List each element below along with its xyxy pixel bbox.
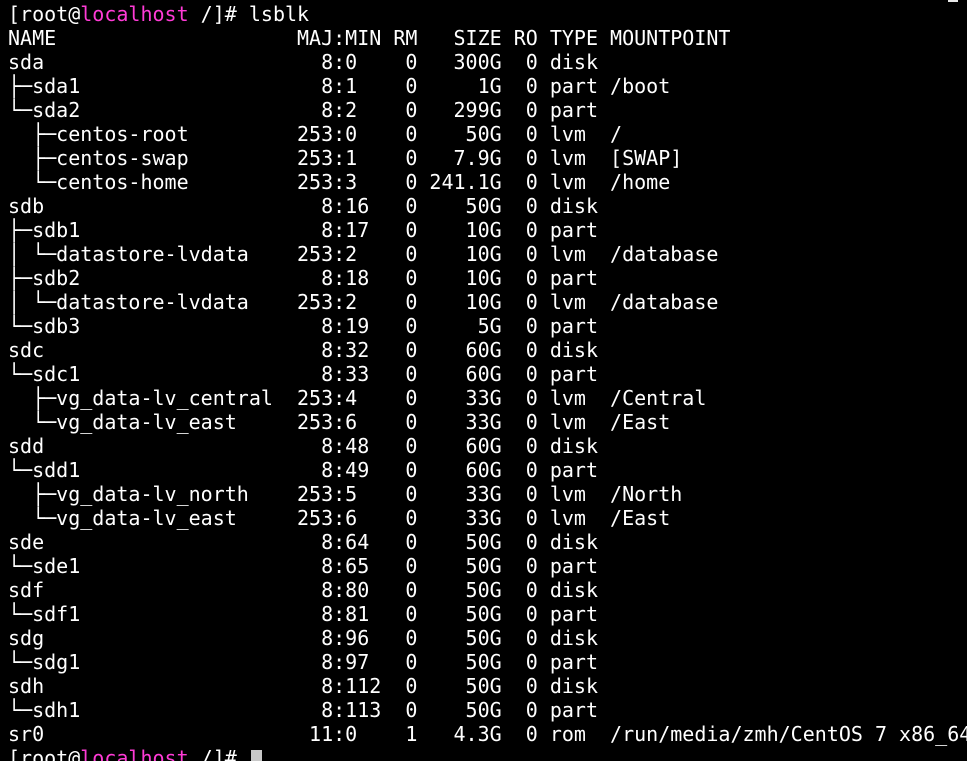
output-line: └─sdf1 8:81 0 50G 0 part [8, 602, 611, 626]
prompt-at: @ [68, 2, 81, 26]
output-line: sde 8:64 0 50G 0 disk [8, 530, 611, 554]
text-cursor[interactable] [250, 750, 262, 761]
terminal-window[interactable]: [root@localhost /]# lsblk NAME MAJ:MIN R… [0, 0, 967, 761]
output-line: └─centos-home 253:3 0 241.1G 0 lvm /home [8, 170, 671, 194]
output-line: ├─sda1 8:1 0 1G 0 part /boot [8, 74, 671, 98]
output-line: ├─sdb1 8:17 0 10G 0 part [8, 218, 611, 242]
scrollbar-thumb[interactable] [948, 0, 958, 2]
output-line: ├─vg_data-lv_central 253:4 0 33G 0 lvm /… [8, 386, 707, 410]
active-prompt-line[interactable]: [root@localhost /]# [8, 746, 967, 761]
prompt-close: ]# [212, 746, 249, 761]
output-header-line: NAME MAJ:MIN RM SIZE RO TYPE MOUNTPOINT [8, 26, 731, 50]
output-line: ├─vg_data-lv_north 253:5 0 33G 0 lvm /No… [8, 482, 683, 506]
output-line: sdf 8:80 0 50G 0 disk [8, 578, 611, 602]
output-line: └─sde1 8:65 0 50G 0 part [8, 554, 611, 578]
prompt-open: [ [8, 2, 21, 26]
output-line: └─sdc1 8:33 0 60G 0 part [8, 362, 611, 386]
prompt-open: [ [8, 746, 21, 761]
output-line: sdh 8:112 0 50G 0 disk [8, 674, 611, 698]
output-line: └─sdh1 8:113 0 50G 0 part [8, 698, 611, 722]
prompt-close: ]# [212, 2, 249, 26]
output-line: sdb 8:16 0 50G 0 disk [8, 194, 611, 218]
output-line: └─sdg1 8:97 0 50G 0 part [8, 650, 611, 674]
output-line: ├─sdb2 8:18 0 10G 0 part [8, 266, 611, 290]
prompt-user: root [20, 2, 69, 26]
output-line: sdc 8:32 0 60G 0 disk [8, 338, 611, 362]
output-line: │ └─datastore-lvdata 253:2 0 10G 0 lvm /… [8, 290, 719, 314]
command-text: lsblk [248, 2, 310, 26]
output-line: └─vg_data-lv_east 253:6 0 33G 0 lvm /Eas… [8, 506, 671, 530]
output-line: ├─centos-swap 253:1 0 7.9G 0 lvm [SWAP] [8, 146, 683, 170]
prompt-path: / [188, 746, 213, 761]
output-line: │ └─datastore-lvdata 253:2 0 10G 0 lvm /… [8, 242, 719, 266]
prompt-at: @ [68, 746, 81, 761]
output-line: sdd 8:48 0 60G 0 disk [8, 434, 611, 458]
command-output: NAME MAJ:MIN RM SIZE RO TYPE MOUNTPOINT s… [8, 26, 967, 746]
command-line: [root@localhost /]# lsblk [8, 2, 967, 26]
output-line: sda 8:0 0 300G 0 disk [8, 50, 611, 74]
output-line: └─sda2 8:2 0 299G 0 part [8, 98, 611, 122]
output-line: sdg 8:96 0 50G 0 disk [8, 626, 611, 650]
output-line: └─sdb3 8:19 0 5G 0 part [8, 314, 611, 338]
output-line: └─sdd1 8:49 0 60G 0 part [8, 458, 611, 482]
output-line: ├─centos-root 253:0 0 50G 0 lvm / [8, 122, 623, 146]
output-line: └─vg_data-lv_east 253:6 0 33G 0 lvm /Eas… [8, 410, 671, 434]
prompt-user: root [20, 746, 69, 761]
prompt-path: / [188, 2, 213, 26]
prompt-host: localhost [80, 2, 189, 26]
output-line: sr0 11:0 1 4.3G 0 rom /run/media/zmh/Cen… [8, 722, 967, 746]
prompt-host: localhost [80, 746, 189, 761]
